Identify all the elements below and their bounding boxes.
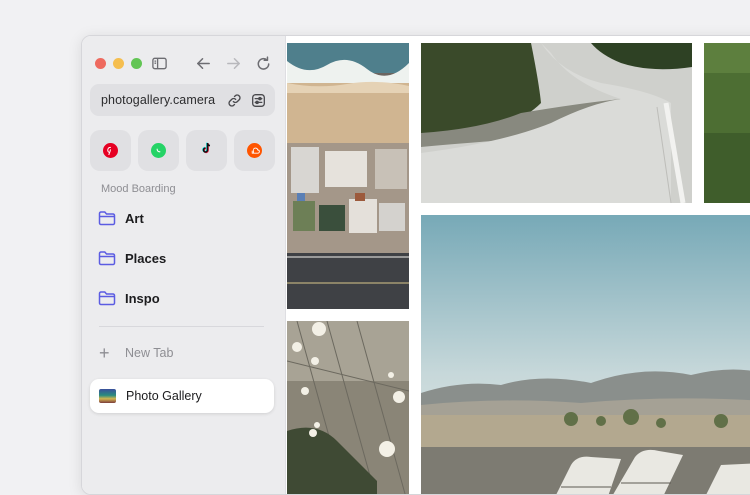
soundcloud-icon (247, 143, 262, 158)
folder-label: Art (125, 210, 144, 226)
favorite-tiktok[interactable] (186, 130, 227, 171)
sliders-icon[interactable] (249, 91, 267, 109)
photo-desert-terrace[interactable] (421, 215, 750, 494)
new-tab-button[interactable]: + New Tab (99, 343, 174, 363)
folder-label: Places (125, 250, 167, 266)
favorite-pinterest[interactable] (90, 130, 131, 171)
folder-icon (98, 211, 116, 226)
plus-icon: + (99, 343, 110, 363)
minimize-window-button[interactable] (113, 58, 124, 69)
tiktok-icon (200, 141, 214, 160)
pinterest-icon (103, 143, 118, 158)
folder-label: Inspo (125, 290, 160, 306)
favorite-soundcloud[interactable] (234, 130, 275, 171)
tab-label: Photo Gallery (126, 389, 202, 403)
tab-favicon (99, 389, 116, 403)
photo-aerial-beach[interactable] (287, 43, 409, 309)
sidebar: photogallery.camera Mood Boarding Art Pl… (82, 36, 286, 494)
browser-window: photogallery.camera Mood Boarding Art Pl… (81, 35, 750, 495)
folder-icon (98, 291, 116, 306)
favorite-whatsapp[interactable] (138, 130, 179, 171)
sidebar-item-art[interactable]: Art (98, 206, 144, 230)
zoom-window-button[interactable] (131, 58, 142, 69)
reload-icon[interactable] (254, 54, 272, 72)
photo-green-lawn[interactable] (704, 43, 750, 203)
sidebar-item-inspo[interactable]: Inspo (98, 286, 160, 310)
folder-icon (98, 251, 116, 266)
close-window-button[interactable] (95, 58, 106, 69)
link-icon[interactable] (225, 91, 243, 109)
arrow-right-icon[interactable] (224, 54, 242, 72)
url-bar[interactable]: photogallery.camera (90, 84, 275, 116)
sidebar-icon[interactable] (150, 54, 168, 72)
section-title: Mood Boarding (101, 183, 176, 195)
new-tab-label: New Tab (125, 346, 174, 360)
photo-garden-path[interactable] (421, 43, 692, 203)
whatsapp-icon (151, 143, 166, 158)
page-content (287, 36, 750, 494)
url-text: photogallery.camera (101, 93, 216, 107)
tab-photo-gallery[interactable]: Photo Gallery (90, 379, 274, 413)
sidebar-divider (99, 326, 264, 327)
arrow-left-icon[interactable] (194, 54, 212, 72)
sidebar-item-places[interactable]: Places (98, 246, 166, 270)
window-controls (95, 58, 142, 69)
favorites-bar (90, 130, 275, 171)
